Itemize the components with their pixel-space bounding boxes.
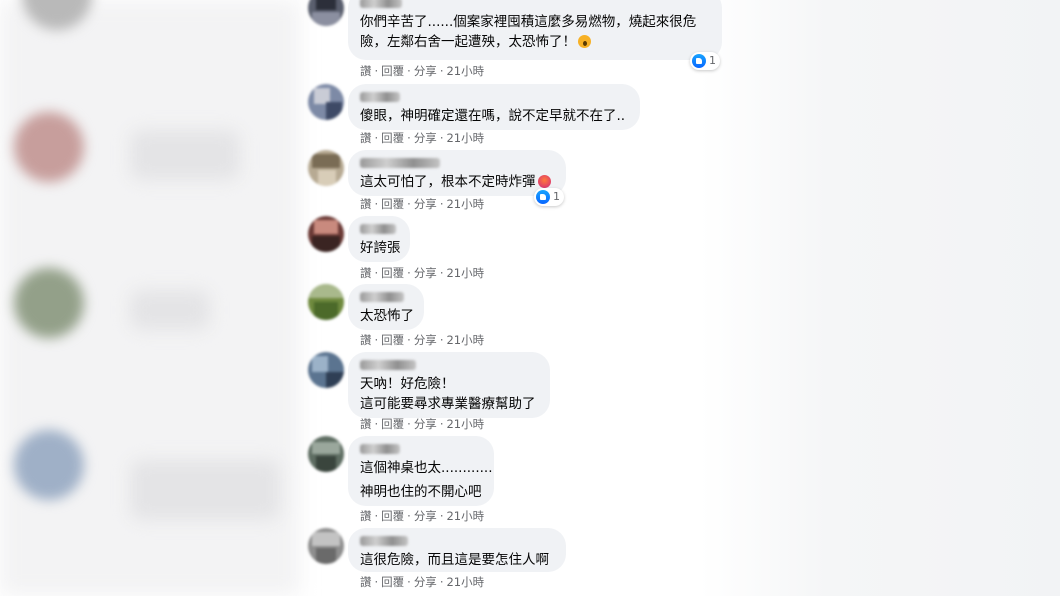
blurred-comment — [130, 290, 210, 330]
timestamp[interactable]: 21小時 — [446, 64, 484, 78]
commenter-name[interactable] — [360, 0, 402, 8]
commenter-name[interactable] — [360, 92, 400, 102]
like-button[interactable]: 讚 — [360, 333, 372, 347]
blurred-avatar — [14, 112, 84, 182]
like-button[interactable]: 讚 — [360, 509, 372, 523]
comment-bubble: 好誇張 — [348, 216, 410, 262]
like-icon — [536, 190, 550, 204]
like-button[interactable]: 讚 — [360, 417, 372, 431]
comment-actions: 讚 · 回覆 · 分享 · 21小時 — [360, 64, 485, 78]
blurred-comment — [130, 130, 240, 180]
wow-emoji-icon — [578, 35, 591, 48]
share-button[interactable]: 分享 — [414, 333, 437, 347]
reaction-count[interactable]: 1 — [690, 52, 720, 70]
commenter-name[interactable] — [360, 444, 400, 454]
blurred-avatar — [14, 268, 84, 338]
comment-text: 這可能要尋求專業醫療幫助了 — [360, 396, 536, 412]
share-button[interactable]: 分享 — [414, 197, 437, 211]
commenter-name[interactable] — [360, 536, 408, 546]
timestamp[interactable]: 21小時 — [446, 197, 484, 211]
comment-text: 太恐怖了 — [360, 308, 414, 324]
comment-actions: 讚 · 回覆 · 分享 · 21小時 — [360, 417, 485, 431]
comment-text: 神明也住的不開心吧 — [360, 484, 482, 500]
like-button[interactable]: 讚 — [360, 575, 372, 589]
avatar[interactable] — [308, 528, 344, 564]
timestamp[interactable]: 21小時 — [446, 131, 484, 145]
comment-text: 好誇張 — [360, 240, 401, 256]
angry-emoji-icon — [537, 175, 551, 188]
avatar[interactable] — [308, 84, 344, 120]
avatar[interactable] — [308, 436, 344, 472]
comment-actions: 讚 · 回覆 · 分享 · 21小時 — [360, 509, 485, 523]
commenter-name[interactable] — [360, 158, 440, 168]
reply-button[interactable]: 回覆 — [381, 131, 404, 145]
avatar[interactable] — [308, 216, 344, 252]
timestamp[interactable]: 21小時 — [446, 417, 484, 431]
reply-button[interactable]: 回覆 — [381, 333, 404, 347]
like-button[interactable]: 讚 — [360, 197, 372, 211]
avatar[interactable] — [308, 150, 344, 186]
share-button[interactable]: 分享 — [414, 64, 437, 78]
share-button[interactable]: 分享 — [414, 266, 437, 280]
share-button[interactable]: 分享 — [414, 509, 437, 523]
share-button[interactable]: 分享 — [414, 575, 437, 589]
timestamp[interactable]: 21小時 — [446, 266, 484, 280]
comment-bubble: 天吶！好危險！ 這可能要尋求專業醫療幫助了 — [348, 352, 550, 418]
comment-text: 天吶！好危險！ — [360, 376, 455, 392]
reply-button[interactable]: 回覆 — [381, 417, 404, 431]
reply-button[interactable]: 回覆 — [381, 575, 404, 589]
comment-bubble: 這很危險，而且這是要怎住人啊 — [348, 528, 566, 572]
share-button[interactable]: 分享 — [414, 131, 437, 145]
reply-button[interactable]: 回覆 — [381, 197, 404, 211]
comment-actions: 讚 · 回覆 · 分享 · 21小時 — [360, 333, 485, 347]
comment-bubble: 太恐怖了 — [348, 284, 424, 330]
timestamp[interactable]: 21小時 — [446, 333, 484, 347]
comment-bubble: 傻眼，神明確定還在嗎，說不定早就不在了.. — [348, 84, 640, 130]
like-button[interactable]: 讚 — [360, 131, 372, 145]
like-button[interactable]: 讚 — [360, 64, 372, 78]
comment-text: 傻眼，神明確定還在嗎，說不定早就不在了.. — [360, 108, 626, 124]
comment-text: 險，左鄰右舍一起遭殃，太恐怖了！ — [360, 32, 710, 52]
commenter-name[interactable] — [360, 292, 404, 302]
blurred-background-right — [700, 0, 1060, 596]
comment-text: 這太可怕了，根本不定時炸彈 — [360, 172, 554, 192]
comment-text: 這個神桌也太............ — [360, 460, 493, 476]
blurred-comment — [130, 460, 280, 520]
avatar[interactable] — [308, 284, 344, 320]
share-button[interactable]: 分享 — [414, 417, 437, 431]
comment-text: 你們辛苦了......個案家裡囤積這麼多易燃物，燒起來很危 — [360, 14, 697, 30]
comment-text: 這很危險，而且這是要怎住人啊 — [360, 552, 549, 568]
timestamp[interactable]: 21小時 — [446, 575, 484, 589]
reply-button[interactable]: 回覆 — [381, 266, 404, 280]
timestamp[interactable]: 21小時 — [446, 509, 484, 523]
comment-bubble: 這太可怕了，根本不定時炸彈 — [348, 150, 566, 196]
avatar[interactable] — [308, 0, 344, 26]
comment-actions: 讚 · 回覆 · 分享 · 21小時 — [360, 131, 485, 145]
commenter-name[interactable] — [360, 224, 396, 234]
comment-actions: 讚 · 回覆 · 分享 · 21小時 — [360, 575, 485, 589]
like-icon — [692, 54, 706, 68]
reaction-count[interactable]: 1 — [534, 188, 564, 206]
avatar[interactable] — [308, 352, 344, 388]
reply-button[interactable]: 回覆 — [381, 509, 404, 523]
like-button[interactable]: 讚 — [360, 266, 372, 280]
comment-bubble: 你們辛苦了......個案家裡囤積這麼多易燃物，燒起來很危 險，左鄰右舍一起遭殃… — [348, 0, 722, 60]
commenter-name[interactable] — [360, 360, 416, 370]
comment-actions: 讚 · 回覆 · 分享 · 21小時 — [360, 197, 485, 211]
blurred-avatar — [14, 430, 84, 500]
reply-button[interactable]: 回覆 — [381, 64, 404, 78]
comment-bubble: 這個神桌也太............ 神明也住的不開心吧 — [348, 436, 494, 506]
comment-actions: 讚 · 回覆 · 分享 · 21小時 — [360, 266, 485, 280]
